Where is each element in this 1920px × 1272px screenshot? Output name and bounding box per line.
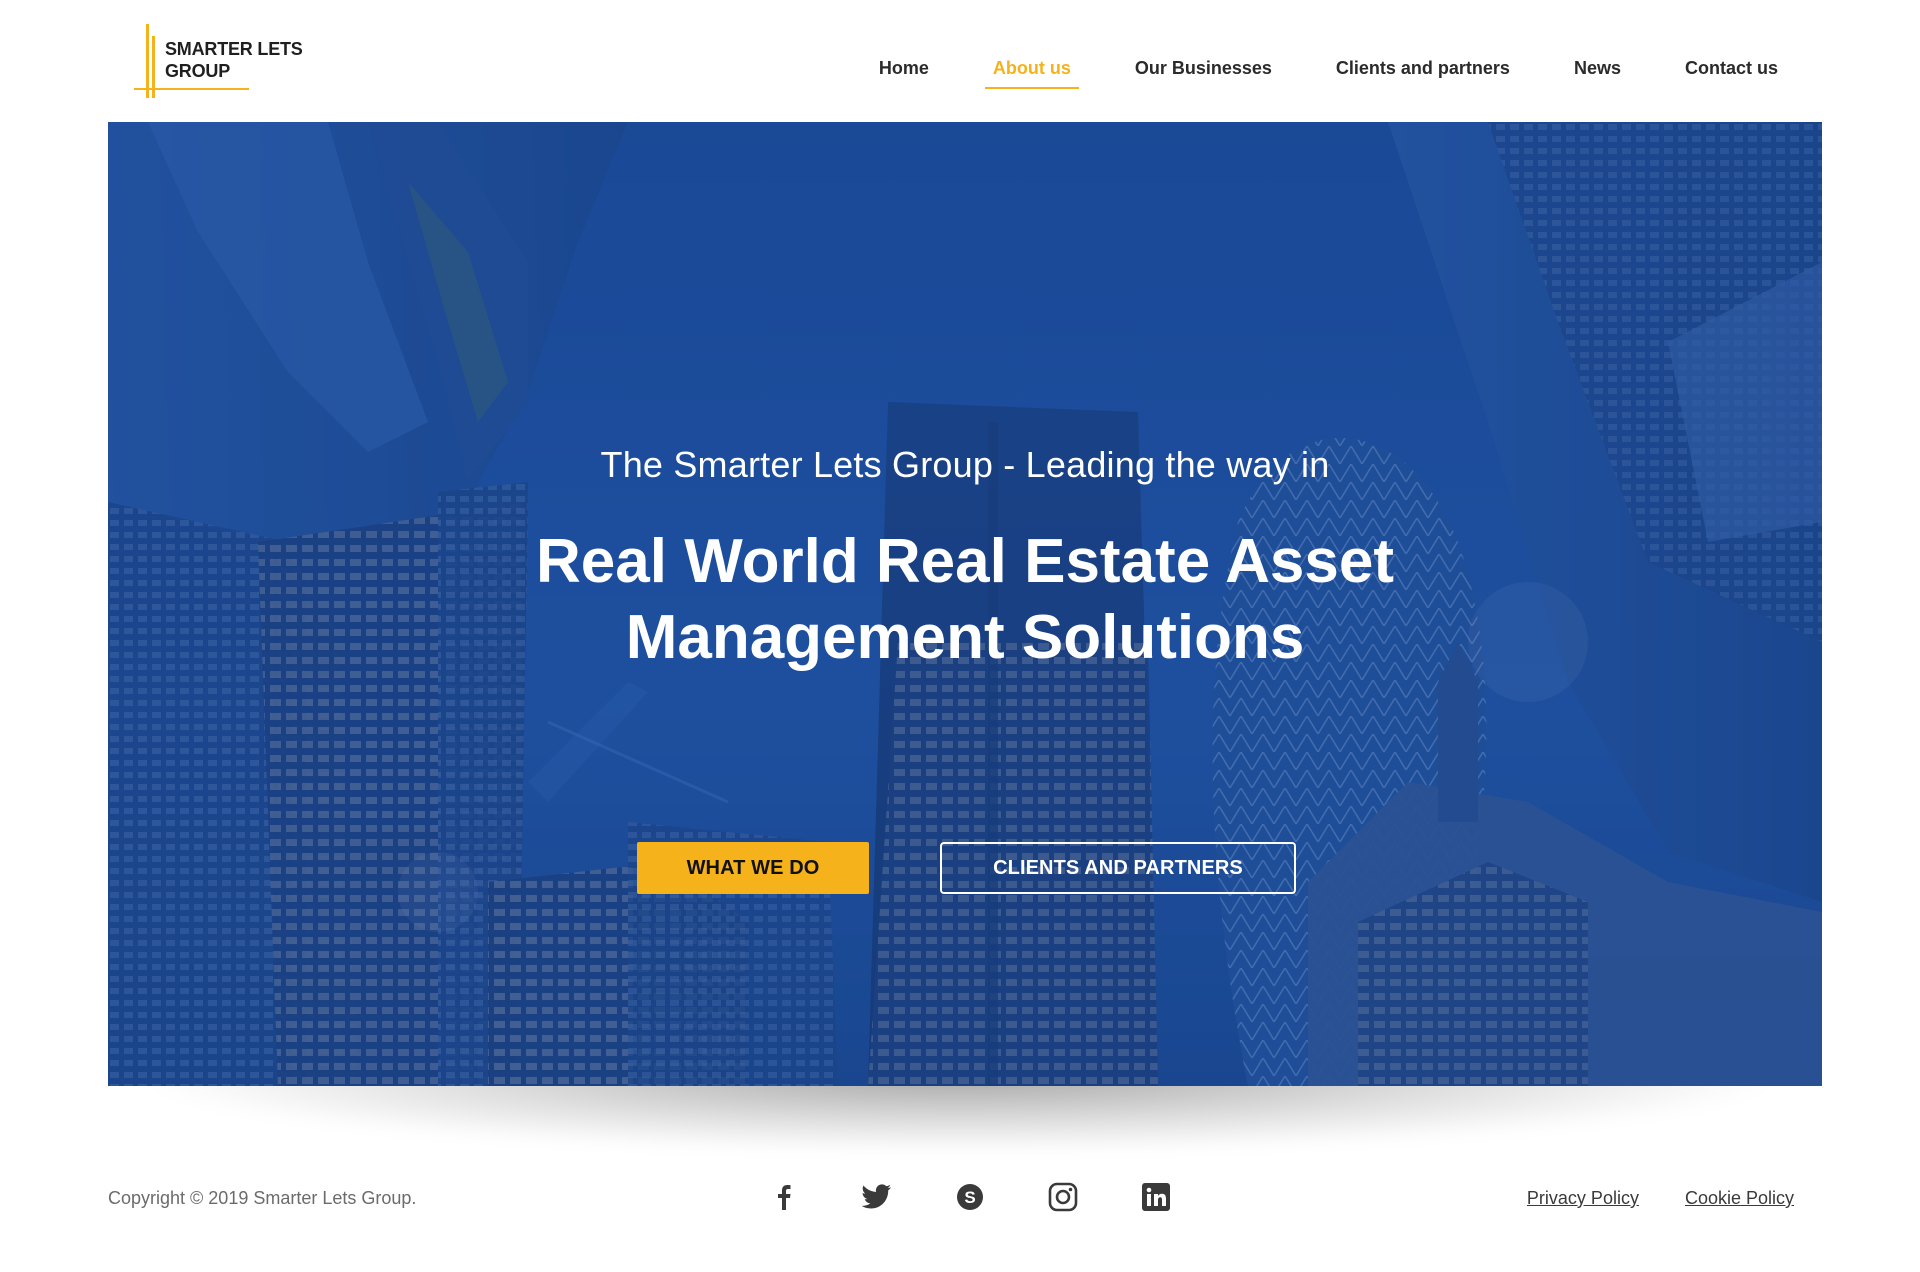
hero-subtitle: The Smarter Lets Group - Leading the way…	[600, 444, 1330, 485]
linkedin-icon[interactable]	[1140, 1181, 1172, 1213]
svg-text:S: S	[964, 1188, 975, 1207]
what-we-do-button[interactable]: WHAT WE DO	[637, 842, 869, 894]
facebook-icon[interactable]	[768, 1181, 800, 1213]
nav-item-about-us[interactable]: About us	[984, 56, 1079, 89]
nav-item-contact-us[interactable]: Contact us	[1677, 56, 1786, 85]
nav-item-news[interactable]: News	[1566, 56, 1629, 85]
copyright-text: Copyright © 2019 Smarter Lets Group.	[108, 1188, 417, 1208]
logo-underline	[134, 88, 249, 90]
site-header: SMARTER LETS GROUP Home About us Our Bus…	[0, 0, 1920, 122]
logo-text: SMARTER LETS GROUP	[165, 38, 303, 82]
main-nav: Home About us Our Businesses Clients and…	[823, 56, 1786, 89]
clients-and-partners-button[interactable]: CLIENTS AND PARTNERS	[940, 842, 1296, 894]
hero-banner: The Smarter Lets Group - Leading the way…	[108, 122, 1822, 1086]
hero-title-line2: Management Solutions	[625, 603, 1305, 672]
privacy-policy-link[interactable]: Privacy Policy	[1527, 1188, 1639, 1209]
footer-links: Privacy Policy Cookie Policy	[1481, 1188, 1794, 1209]
nav-item-our-businesses[interactable]: Our Businesses	[1127, 56, 1280, 85]
instagram-icon[interactable]	[1047, 1181, 1079, 1213]
logo[interactable]: SMARTER LETS GROUP	[134, 22, 314, 102]
social-links: S	[768, 1181, 1172, 1213]
skype-icon[interactable]: S	[954, 1181, 986, 1213]
nav-item-clients-and-partners[interactable]: Clients and partners	[1328, 56, 1518, 85]
cookie-policy-link[interactable]: Cookie Policy	[1685, 1188, 1794, 1209]
logo-text-line2: GROUP	[165, 61, 231, 81]
nav-item-home[interactable]: Home	[871, 56, 937, 85]
hero-title-line1: Real World Real Estate Asset	[536, 527, 1394, 596]
logo-bar	[146, 24, 149, 98]
logo-text-line1: SMARTER LETS	[165, 39, 303, 59]
hero-title: Real World Real Estate Asset Management …	[108, 524, 1822, 676]
twitter-icon[interactable]	[861, 1181, 893, 1213]
